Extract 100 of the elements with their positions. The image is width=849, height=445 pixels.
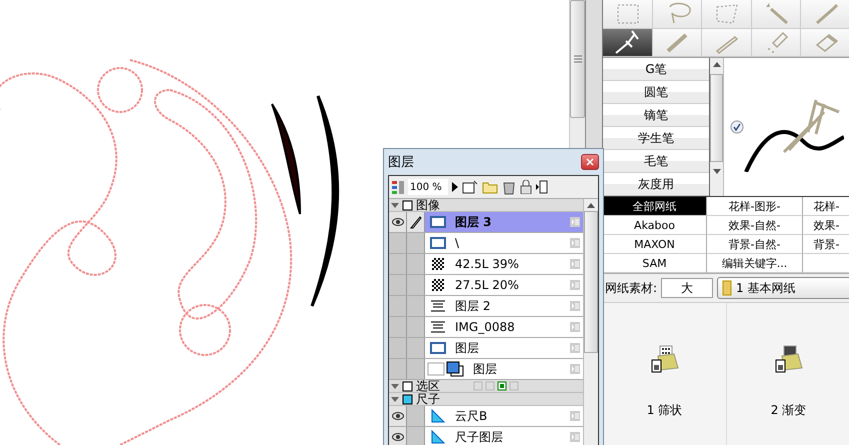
visibility-toggle[interactable] [389,296,407,316]
layer-menu-icon[interactable] [570,301,580,311]
opacity-field[interactable]: 100 % [408,179,448,195]
tone-category[interactable]: 全部网纸 [603,197,707,216]
pen-icon [410,215,422,229]
scroll-thumb[interactable] [570,0,585,118]
expanded-triangle-icon[interactable] [391,395,399,403]
layer-name: 尺子图层 [454,428,504,445]
visibility-toggle[interactable] [389,406,407,426]
edit-toggle[interactable] [407,296,425,316]
edit-toggle[interactable] [407,233,425,253]
visibility-toggle[interactable] [389,317,407,337]
layer-name: 27.5L 20% [454,278,520,292]
visibility-toggle[interactable] [389,233,407,253]
material-label: 网纸素材: [605,280,658,296]
dotted-folder-icon [650,344,680,374]
expanded-triangle-icon[interactable] [391,201,399,209]
layer-row[interactable]: 云尺B [389,406,583,427]
tone-category[interactable]: 背景-自然- [707,235,803,254]
tool-button[interactable] [603,28,653,57]
tone-category[interactable]: 花样- [803,197,849,216]
edit-toggle[interactable] [407,359,425,379]
play-arrow-icon[interactable] [452,182,458,192]
list-scrollbar[interactable] [710,58,724,196]
layer-row[interactable]: \ [389,233,583,254]
visibility-toggle[interactable] [389,212,407,232]
lock-icon[interactable] [520,180,532,194]
lines-icon [430,320,446,334]
tone-category[interactable]: SAM [603,254,707,273]
layer-menu-icon[interactable] [570,322,580,332]
tone-category[interactable]: 效果- [803,216,849,235]
layer-name: 图层 [454,340,480,356]
close-icon [586,158,594,166]
color-bars-icon [392,180,404,194]
visibility-toggle[interactable] [389,359,407,379]
layer-menu-icon[interactable] [570,432,580,442]
trash-icon[interactable] [502,180,516,194]
layer-name: 云尺B [454,408,488,424]
close-button[interactable] [581,154,599,170]
group-icon [402,380,413,392]
ruler-icon [430,408,446,424]
check-icon[interactable] [730,120,744,134]
raster-layer-icon [429,341,447,355]
visibility-toggle[interactable] [389,338,407,358]
ruler-icon [430,429,446,445]
layer-menu-icon[interactable] [570,238,580,248]
layer-row[interactable]: 图层 [389,359,583,380]
layer-group-header[interactable]: 图像 [389,199,583,212]
raster-layer-icon [429,215,447,229]
group-icon [402,394,413,404]
tone-category[interactable]: 花样-图形- [707,197,803,216]
edit-toggle[interactable] [407,406,425,426]
size-dropdown[interactable]: 大 [661,278,714,298]
eye-icon [392,218,404,226]
tone-category[interactable]: 背景- [803,235,849,254]
edit-toggle[interactable] [407,212,425,232]
edit-toggle[interactable] [407,317,425,337]
eye-icon [392,412,404,420]
layer-scrollbar[interactable] [583,199,598,445]
window-title: 图层 [388,154,414,171]
folder-dropdown[interactable]: 1 基本网纸 [717,277,849,299]
layer-row[interactable]: 27.5L 20% [389,275,583,296]
edit-toggle[interactable] [407,275,425,295]
edit-toggle[interactable] [407,427,425,445]
down-arrow-icon[interactable] [712,169,720,175]
visibility-toggle[interactable] [389,427,407,445]
up-arrow-icon[interactable] [587,202,595,208]
visibility-toggle[interactable] [389,254,407,274]
layer-row[interactable]: 42.5L 39% [389,254,583,275]
visibility-toggle[interactable] [389,275,407,295]
layer-row[interactable]: 图层 2 [389,296,583,317]
layer-menu-icon[interactable] [570,259,580,269]
raster-layer-icon [429,236,447,250]
layer-menu-icon[interactable] [570,280,580,290]
up-arrow-icon[interactable] [712,61,720,67]
layer-name: IMG_0088 [454,320,516,334]
new-layer-icon[interactable] [462,180,478,194]
tone-category[interactable]: Akaboo [603,216,707,235]
layer-group-header[interactable]: 选区 [389,380,583,393]
layer-row[interactable]: IMG_0088 [389,317,583,338]
tone-category[interactable]: 编辑关键字... [707,254,803,273]
layer-menu-icon[interactable] [570,411,580,421]
layer-row[interactable]: 图层 3 [389,212,583,233]
edit-toggle[interactable] [407,254,425,274]
layer-menu-icon[interactable] [570,343,580,353]
layer-menu-icon[interactable] [570,364,580,374]
panel-menu-icon[interactable] [536,180,548,194]
layer-group-header[interactable]: 尺子 [389,393,583,406]
tone-category[interactable]: 效果-自然- [707,216,803,235]
tone-folder-item[interactable]: 2 渐变 [727,303,849,445]
layer-row[interactable]: 图层 [389,338,583,359]
layer-name: 图层 3 [454,214,493,230]
eye-icon [392,433,404,441]
expanded-triangle-icon[interactable] [391,382,399,390]
layer-name: 42.5L 39% [454,257,520,271]
tone-category[interactable]: MAXON [603,235,707,254]
layer-menu-icon[interactable] [570,217,580,227]
edit-toggle[interactable] [407,338,425,358]
layer-row[interactable]: 尺子图层 [389,427,583,445]
gradient-folder-icon [774,344,804,374]
